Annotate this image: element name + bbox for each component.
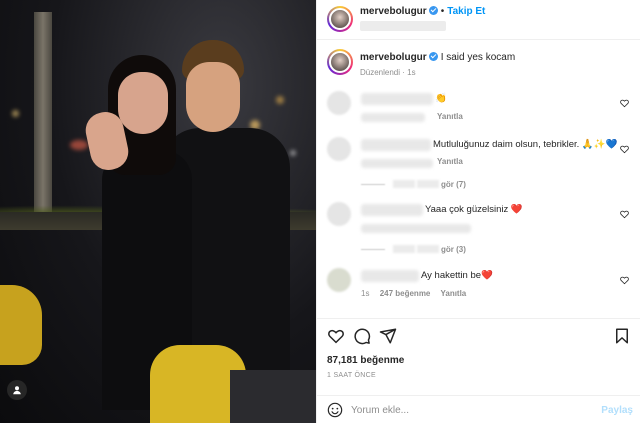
post-side-panel: mervebolugur • Takip Et mervebolugur I said… <box>316 0 640 423</box>
blurred-username <box>361 270 419 282</box>
comment-item: Yaaa çok güzelsiniz ❤️ gör (3) <box>327 202 633 258</box>
comment-text: Yaaa çok güzelsiniz ❤️ <box>425 204 523 215</box>
follow-button[interactable]: Takip Et <box>447 6 485 17</box>
bookmark-icon[interactable] <box>613 327 631 345</box>
blurred-username <box>361 93 433 105</box>
author-username[interactable]: mervebolugur <box>360 6 427 17</box>
reply-link[interactable]: Yanıtla <box>437 112 463 121</box>
view-replies[interactable]: gör (7) <box>361 180 466 189</box>
separator-dot: • <box>440 6 445 17</box>
comment-like-icon[interactable] <box>620 276 629 285</box>
share-icon[interactable] <box>379 327 397 345</box>
comment-input[interactable] <box>351 401 581 419</box>
caption-username[interactable]: mervebolugur <box>360 52 427 63</box>
reply-link[interactable]: Yanıtla <box>440 289 466 298</box>
comment-like-icon[interactable] <box>620 145 629 154</box>
post-timestamp: 1 SAAT ÖNCE <box>327 372 376 379</box>
verified-badge-icon <box>428 52 438 61</box>
post-actions: 87,181 beğenme 1 SAAT ÖNCE Paylaş <box>317 318 640 423</box>
view-replies[interactable]: gör (3) <box>361 245 466 254</box>
post-header: mervebolugur • Takip Et <box>317 0 640 40</box>
blurred-username <box>361 204 423 216</box>
comment-avatar[interactable] <box>327 137 351 161</box>
blurred-location <box>360 21 446 31</box>
heart-icon[interactable] <box>327 327 345 345</box>
comment-like-count[interactable]: 247 beğenme <box>380 289 431 298</box>
tagged-users-icon[interactable] <box>7 380 27 400</box>
caption: mervebolugur I said yes kocam Düzenlendi … <box>327 49 631 87</box>
comment-time: 1s <box>361 289 370 298</box>
comment-item: Mutluluğunuz daim olsun, tebrikler. 🙏✨💙 … <box>327 137 633 193</box>
post-comment-button[interactable]: Paylaş <box>601 405 633 416</box>
comment-text: Ay hakettin be❤️ <box>421 270 493 281</box>
comment-composer: Paylaş <box>317 395 640 423</box>
post-photo[interactable] <box>0 0 316 423</box>
comment-icon[interactable] <box>353 327 371 345</box>
blurred-username <box>361 139 431 151</box>
caption-text: I said yes kocam <box>440 52 516 63</box>
verified-badge-icon <box>428 6 438 15</box>
author-avatar[interactable] <box>327 6 353 32</box>
comment-item: Ay hakettin be❤️ 1s 247 beğenme Yanıtla <box>327 268 633 302</box>
reply-link[interactable]: Yanıtla <box>437 157 463 166</box>
comment-avatar[interactable] <box>327 202 351 226</box>
comment-like-icon[interactable] <box>620 210 629 219</box>
comment-avatar[interactable] <box>327 268 351 292</box>
comment-item: 👏 Yanıtla <box>327 91 633 125</box>
emoji-icon[interactable] <box>327 402 343 418</box>
caption-avatar[interactable] <box>327 49 353 75</box>
comment-text: Mutluluğunuz daim olsun, tebrikler. 🙏✨💙 <box>433 139 618 150</box>
like-count[interactable]: 87,181 beğenme <box>327 355 404 366</box>
caption-time: 1s <box>407 68 416 77</box>
caption-edited: Düzenlendi <box>360 68 401 77</box>
comment-avatar[interactable] <box>327 91 351 115</box>
comment-text: 👏 <box>435 93 447 104</box>
comment-like-icon[interactable] <box>620 99 629 108</box>
